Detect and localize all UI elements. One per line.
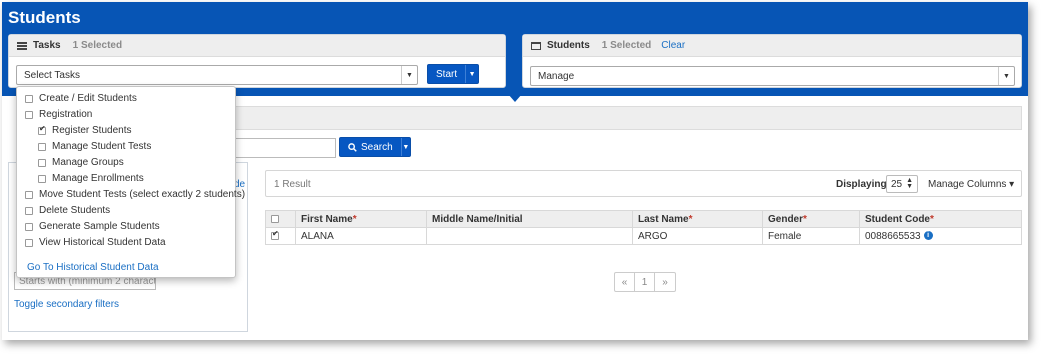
menu-item-checkbox[interactable] xyxy=(38,142,46,151)
menu-item-delete-students[interactable]: Delete Students xyxy=(25,205,110,216)
menu-item-checkbox[interactable] xyxy=(38,124,46,135)
students-action-value: Manage xyxy=(538,70,575,82)
tasks-dropdown-menu: Create / Edit Students Registration Regi… xyxy=(16,86,245,278)
students-action-select[interactable]: Manage ▼ xyxy=(530,66,1015,86)
menu-item-checkbox[interactable] xyxy=(38,158,46,167)
pagination: « 1 » xyxy=(614,272,676,292)
menu-item-manage-enrollments[interactable]: Manage Enrollments xyxy=(38,173,144,184)
menu-item-checkbox[interactable] xyxy=(38,174,46,183)
students-panel-header: Students 1 Selected Clear xyxy=(523,35,1021,57)
row-checkbox[interactable] xyxy=(271,229,279,240)
panel-pointer xyxy=(508,94,522,102)
table-icon xyxy=(531,41,541,50)
search-dropdown-caret-icon[interactable]: ▼ xyxy=(400,138,410,156)
displaying-label: Displaying xyxy=(836,179,887,190)
manage-columns-button[interactable]: Manage Columns ▾ xyxy=(928,179,1014,190)
page-title: Students xyxy=(8,8,81,27)
col-gender[interactable]: Gender* xyxy=(762,210,860,228)
menu-item-checkbox[interactable] xyxy=(25,222,33,231)
menu-item-move-student-tests[interactable]: Move Student Tests (select exactly 2 stu… xyxy=(25,189,245,200)
row-select-cell[interactable] xyxy=(265,227,296,245)
menu-item-manage-student-tests[interactable]: Manage Student Tests xyxy=(38,141,151,152)
cell-student-code: 0088665533 i xyxy=(859,227,1022,245)
table-row[interactable]: ALANA ARGO Female 0088665533i xyxy=(265,227,1022,245)
task-select-value: Select Tasks xyxy=(24,69,80,81)
menu-item-registration[interactable]: Registration xyxy=(25,109,92,120)
tasks-panel: Tasks 1 Selected Select Tasks ▼ Start ▼ xyxy=(8,34,506,88)
tasks-selected-count: 1 Selected xyxy=(72,40,123,51)
start-button-label: Start xyxy=(436,68,458,80)
cell-last-name: ARGO xyxy=(632,227,763,245)
menu-item-checkbox[interactable] xyxy=(25,206,33,215)
pagination-page[interactable]: 1 xyxy=(635,273,655,291)
start-button[interactable]: Start ▼ xyxy=(427,64,479,84)
menu-item-manage-groups[interactable]: Manage Groups xyxy=(38,157,124,168)
sort-arrows-icon: ▲ ▼ xyxy=(906,177,914,190)
menu-item-checkbox[interactable] xyxy=(25,110,33,119)
result-count: 1 Result xyxy=(274,179,311,190)
col-first-name[interactable]: First Name* xyxy=(295,210,427,228)
menu-item-checkbox[interactable] xyxy=(25,94,33,103)
students-panel: Students 1 Selected Clear Manage ▼ xyxy=(522,34,1022,88)
pagination-next[interactable]: » xyxy=(655,273,675,291)
results-toolbar: 1 Result Displaying 25 ▲ ▼ Manage Columns… xyxy=(265,170,1022,197)
clear-link[interactable]: Clear xyxy=(661,40,685,51)
col-last-name[interactable]: Last Name* xyxy=(632,210,763,228)
menu-item-checkbox[interactable] xyxy=(25,238,33,247)
col-student-code[interactable]: Student Code* xyxy=(859,210,1022,228)
list-icon xyxy=(17,41,27,50)
cell-middle-name xyxy=(426,227,633,245)
students-table: First Name* Middle Name/Initial Last Nam… xyxy=(265,210,1022,245)
task-select[interactable]: Select Tasks ▼ xyxy=(16,65,418,85)
menu-item-view-historical-data[interactable]: View Historical Student Data xyxy=(25,237,166,248)
menu-item-checkbox[interactable] xyxy=(25,190,33,199)
menu-item-register-students[interactable]: Register Students xyxy=(38,124,132,136)
search-button-label: Search xyxy=(340,138,401,156)
manage-columns-label: Manage Columns xyxy=(928,179,1007,190)
toggle-secondary-filters-link[interactable]: Toggle secondary filters xyxy=(14,299,119,310)
table-header-row: First Name* Middle Name/Initial Last Nam… xyxy=(265,210,1022,228)
chevron-down-icon[interactable]: ▼ xyxy=(401,66,417,84)
info-icon[interactable]: i xyxy=(923,231,933,241)
chevron-down-icon[interactable]: ▼ xyxy=(998,67,1014,85)
per-page-select[interactable]: 25 ▲ ▼ xyxy=(886,175,918,193)
col-middle-name[interactable]: Middle Name/Initial xyxy=(426,210,633,228)
pagination-prev[interactable]: « xyxy=(615,273,635,291)
app-window: Students Tasks 1 Selected Select Tasks ▼… xyxy=(2,2,1028,340)
select-all-checkbox[interactable] xyxy=(271,214,279,223)
cell-gender: Female xyxy=(762,227,860,245)
go-to-historical-data-link[interactable]: Go To Historical Student Data xyxy=(27,262,159,273)
start-dropdown-caret-icon[interactable]: ▼ xyxy=(465,65,478,83)
menu-item-create-edit-students[interactable]: Create / Edit Students xyxy=(25,93,137,104)
search-button[interactable]: Search ▼ xyxy=(339,137,411,157)
search-header-strip xyxy=(234,106,1022,130)
magnifier-icon xyxy=(348,142,357,152)
students-selected-count: 1 Selected xyxy=(601,40,652,51)
tasks-panel-header: Tasks 1 Selected xyxy=(9,35,505,57)
search-label: Search xyxy=(361,141,393,153)
search-input[interactable] xyxy=(234,138,336,158)
per-page-value: 25 xyxy=(891,178,903,190)
select-all-cell[interactable] xyxy=(265,210,296,228)
tasks-title: Tasks xyxy=(33,40,61,51)
cell-first-name: ALANA xyxy=(295,227,427,245)
students-title: Students xyxy=(547,40,590,51)
menu-item-generate-sample-students[interactable]: Generate Sample Students xyxy=(25,221,160,232)
